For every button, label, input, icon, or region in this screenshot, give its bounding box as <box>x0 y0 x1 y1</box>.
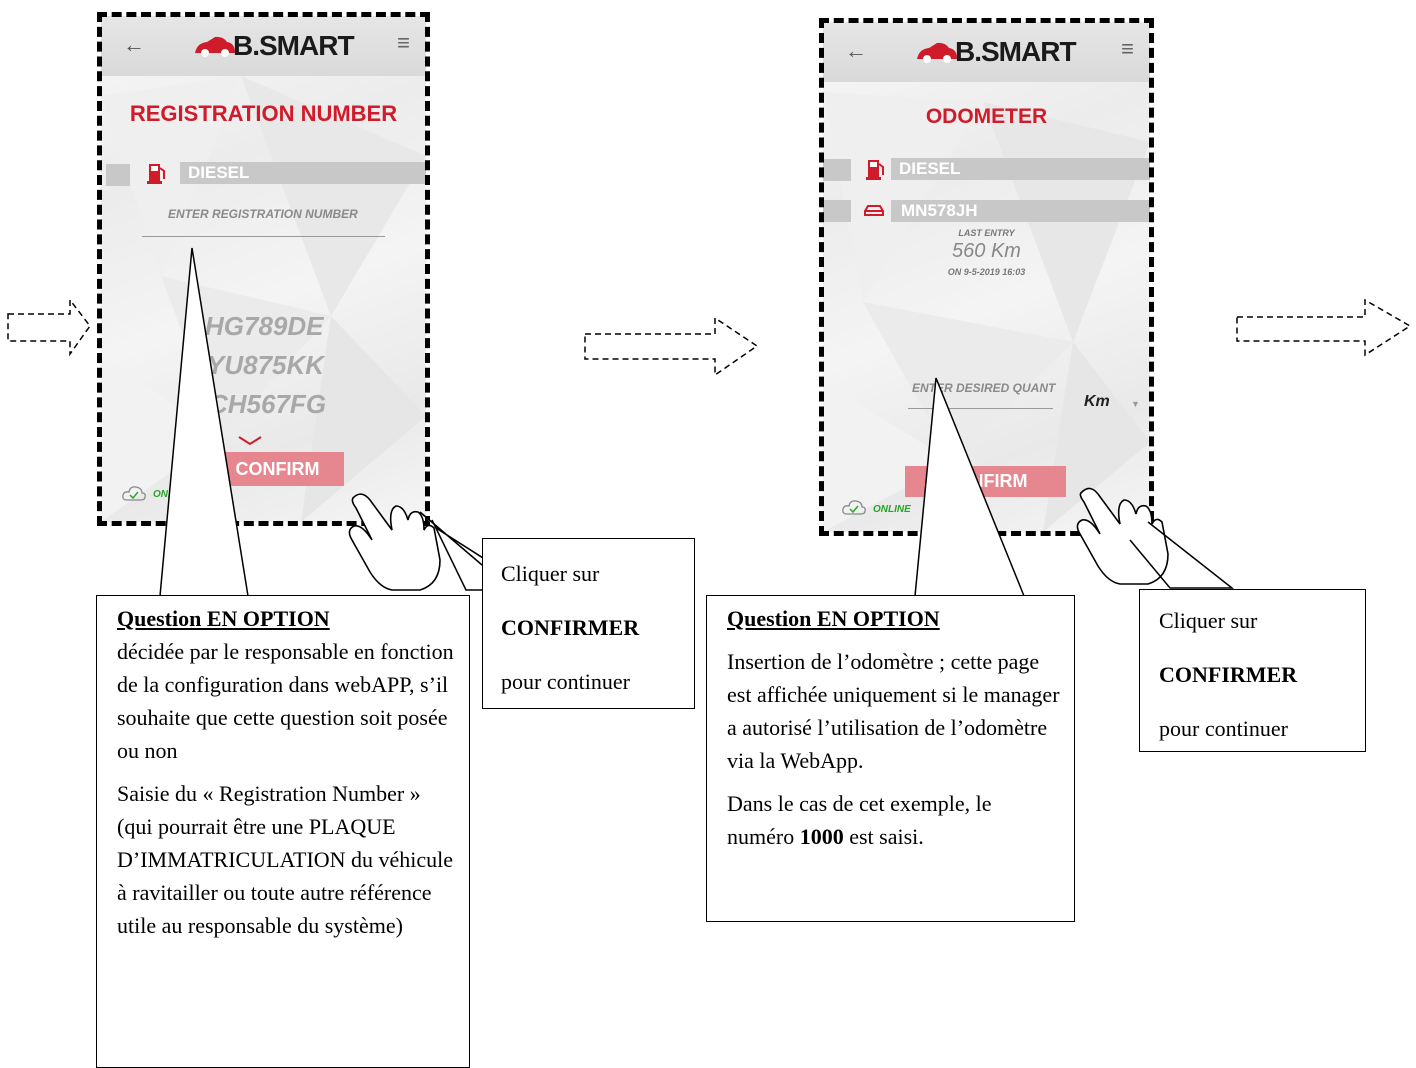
last-entry-label: LAST ENTRY <box>958 228 1015 238</box>
app-header: ← B.SMART ≡ <box>101 16 426 76</box>
confirm-button[interactable]: CONFIRM <box>211 452 344 486</box>
fuel-pump-icon <box>866 160 884 180</box>
confirm-button[interactable]: CONFIRM <box>905 466 1066 497</box>
fuel-row-stub <box>106 164 130 186</box>
fuel-pump-icon <box>147 164 165 184</box>
odometer-screen: ← B.SMART ≡ ODOMETER DIESEL MN578JH LAST… <box>823 22 1150 532</box>
plate-row-stub <box>823 200 851 222</box>
callout-number: 1000 <box>799 824 844 849</box>
chevron-down-icon[interactable] <box>238 436 262 446</box>
unit-dropdown-icon[interactable]: ▼ <box>1131 399 1140 409</box>
registration-screen: ← B.SMART ≡ REGISTRATION NUMBER DIESEL E… <box>101 16 426 522</box>
back-arrow-icon[interactable]: ← <box>123 32 145 58</box>
online-status: ONLINE <box>873 504 911 515</box>
callout-text-part: est saisi. <box>843 824 924 849</box>
odometer-input-line[interactable] <box>908 408 1053 409</box>
unit-select[interactable]: Km <box>1084 393 1110 411</box>
callout-text: pour continuer <box>1159 716 1288 741</box>
plate-option[interactable]: CH567FG <box>209 389 326 420</box>
logo-car-icon <box>195 36 235 57</box>
callout-text: Insertion de l’odomètre ; cette page est… <box>727 649 1060 773</box>
app-header: ← B.SMART ≡ <box>823 22 1150 82</box>
registration-input-placeholder: ENTER REGISTRATION NUMBER <box>168 207 358 221</box>
menu-icon[interactable]: ≡ <box>397 30 410 56</box>
callout-confirm-1: Cliquer sur CONFIRMER pour continuer <box>482 538 695 709</box>
registration-input-line[interactable] <box>142 236 385 237</box>
plate-bar: MN578JH <box>891 200 1150 222</box>
callout-confirm-2: Cliquer sur CONFIRMER pour continuer <box>1139 589 1366 752</box>
callout-text: Dans le cas de cet exemple, le numéro 10… <box>727 787 1062 853</box>
callout-text: CONFIRMER <box>1159 662 1298 687</box>
background-facets <box>823 92 1150 532</box>
callout-heading: Question EN OPTION <box>117 606 330 631</box>
fuel-row-stub <box>823 159 851 181</box>
online-status: ONLINE <box>153 489 191 500</box>
back-arrow-icon[interactable]: ← <box>845 38 867 64</box>
plate-option[interactable]: HG789DE <box>205 311 324 342</box>
callout-odometer-note: Question EN OPTION Insertion de l’odomèt… <box>706 595 1075 922</box>
flow-arrow-icon <box>584 316 759 377</box>
last-entry-value: 560 Km <box>952 240 1021 262</box>
flow-arrow-icon <box>7 297 91 357</box>
callout-registration-note: Question EN OPTION décidée par le respon… <box>96 595 470 1068</box>
page-title: REGISTRATION NUMBER <box>129 101 398 126</box>
brand-name: B.SMART <box>233 30 355 61</box>
callout-text: Saisie du « Registration Number » (qui p… <box>117 781 454 938</box>
logo-car-icon <box>917 42 957 63</box>
last-entry-date: ON 9-5-2019 16:03 <box>947 267 1026 277</box>
fuel-type-bar: DIESEL <box>891 158 1150 180</box>
flow-arrow-icon <box>1236 298 1412 357</box>
callout-text: Cliquer sur <box>501 561 600 586</box>
odometer-input-placeholder: ENTER DESIRED QUANT <box>912 381 1056 395</box>
brand-name: B.SMART <box>955 36 1077 67</box>
callout-text: pour continuer <box>501 669 630 694</box>
callout-text: décidée par le responsable en fonction d… <box>117 639 454 763</box>
callout-text: CONFIRMER <box>501 615 640 640</box>
menu-icon[interactable]: ≡ <box>1121 36 1134 62</box>
callout-pointer <box>431 519 482 591</box>
brand-logo: B.SMART <box>193 30 355 62</box>
background-facets <box>101 76 426 522</box>
cloud-check-icon <box>122 486 146 501</box>
brand-logo: B.SMART <box>915 36 1077 68</box>
page-title: ODOMETER <box>925 105 1048 128</box>
callout-text: Cliquer sur <box>1159 608 1258 633</box>
car-icon <box>864 205 884 216</box>
callout-heading: Question EN OPTION <box>727 606 940 631</box>
plate-option[interactable]: YU875KK <box>207 350 324 381</box>
cloud-check-icon <box>842 500 866 515</box>
fuel-type-bar: DIESEL <box>180 162 426 184</box>
